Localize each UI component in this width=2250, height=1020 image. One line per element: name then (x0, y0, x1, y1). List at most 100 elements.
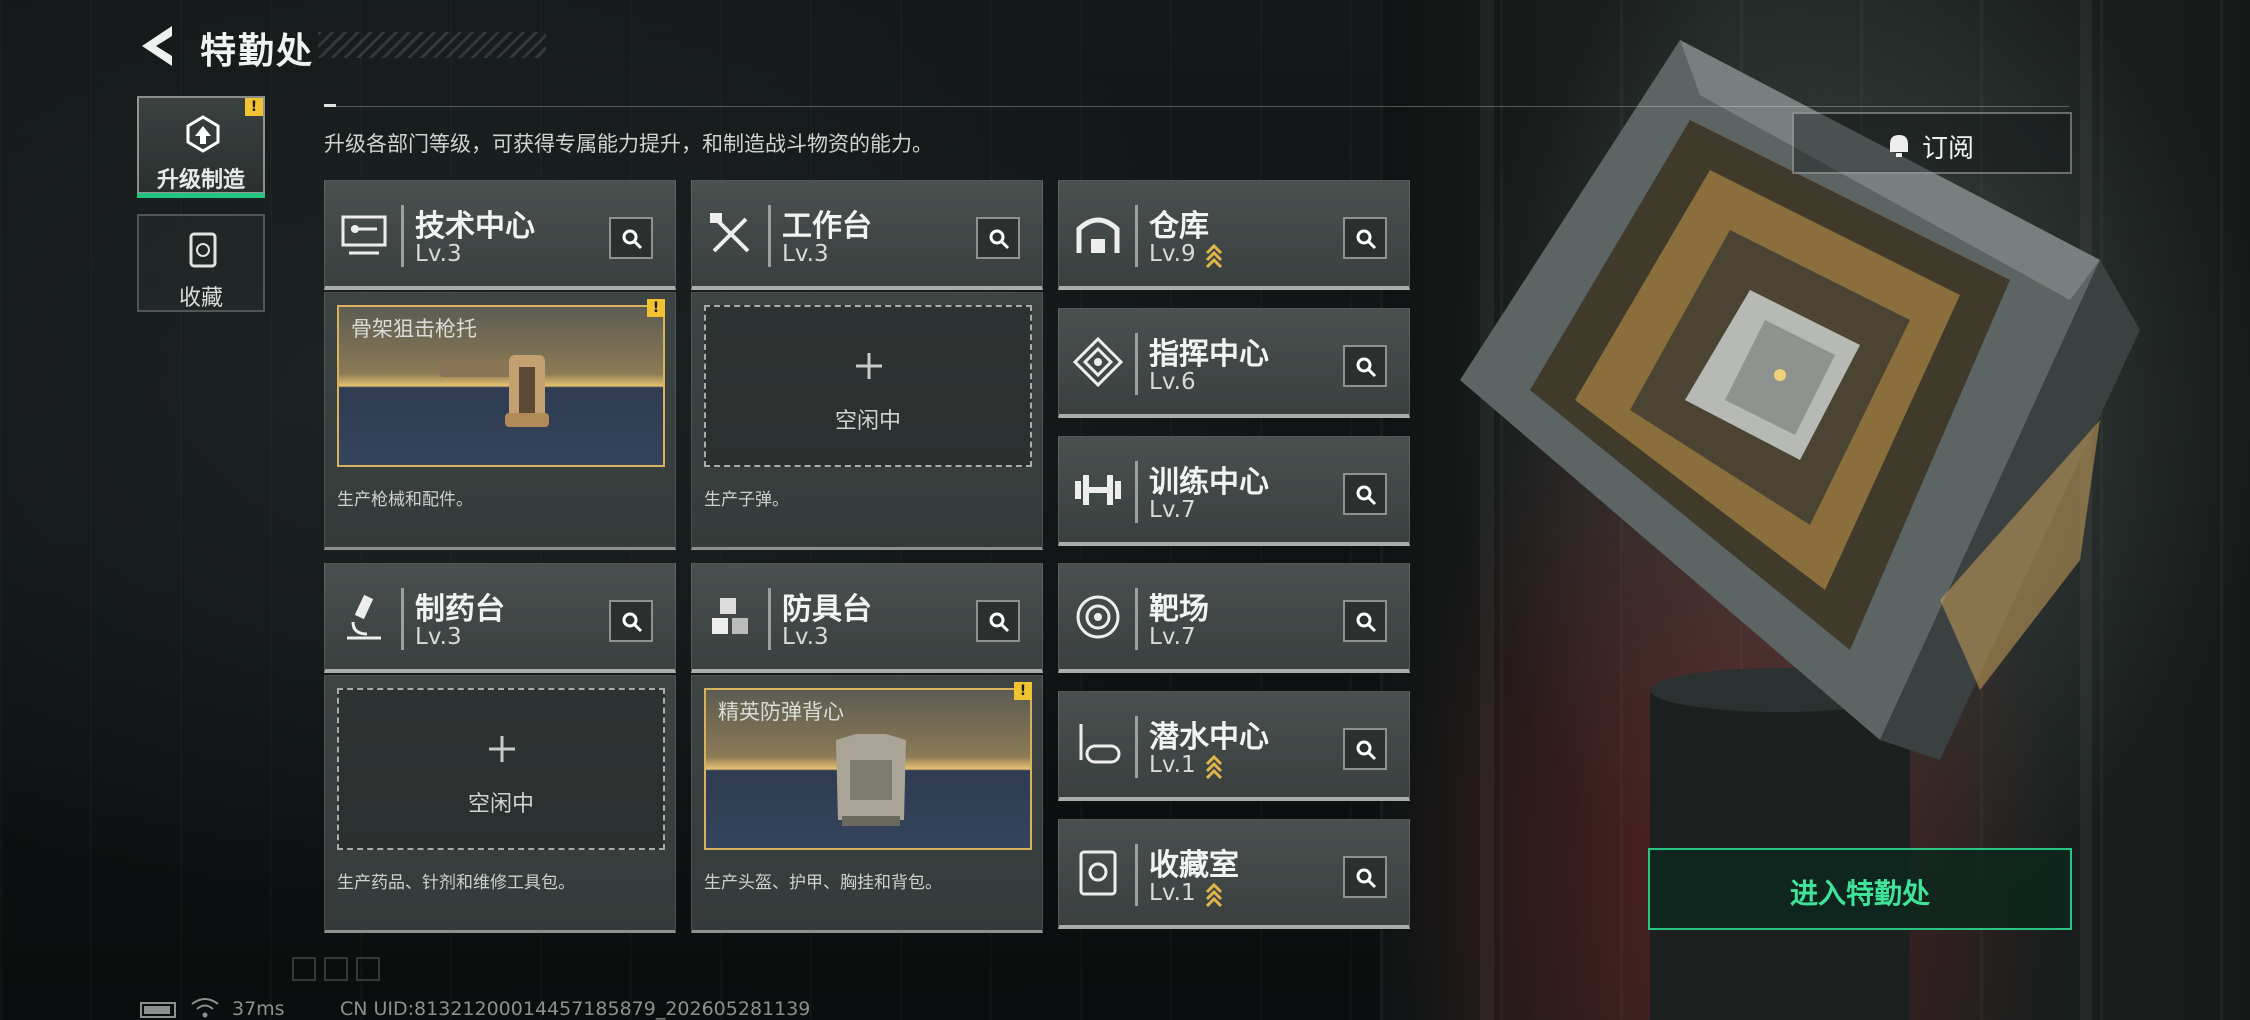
command-icon (1073, 337, 1123, 387)
inspect-button[interactable] (609, 600, 653, 642)
facility-name: 制药台 (415, 592, 505, 627)
back-arrow-icon[interactable] (138, 24, 180, 68)
facility-name: 指挥中心 (1149, 337, 1269, 372)
search-icon (1356, 868, 1377, 889)
diving-mask-icon (1079, 724, 1121, 764)
facility-level: Lv.7 (1149, 497, 1196, 523)
subscribe-label: 订阅 (1922, 134, 1975, 164)
armor-vest-image (836, 734, 906, 826)
separator (1135, 588, 1138, 650)
facility-name: 收藏室 (1149, 848, 1239, 883)
facility-card-collection-room[interactable]: 收藏室 Lv.1 (1058, 819, 1410, 929)
warning-badge: ! (647, 299, 665, 317)
inspect-button[interactable] (609, 217, 653, 259)
facility-card-tech-center[interactable]: 技术中心 Lv.3 (324, 180, 676, 290)
idle-label: 空闲中 (467, 792, 534, 817)
inspect-button[interactable] (1343, 728, 1387, 770)
ping-text: 37ms (232, 998, 285, 1020)
facility-card-pharmacy[interactable]: 制药台 Lv.3 (324, 563, 676, 673)
nav-tab-collection[interactable]: 收藏 (137, 214, 265, 312)
facility-card-command-center[interactable]: 指挥中心 Lv.6 (1058, 308, 1410, 418)
upgrade-craft-icon (186, 115, 220, 153)
separator (1135, 205, 1138, 267)
search-icon (622, 612, 643, 633)
enter-label: 进入特勤处 (1789, 877, 1930, 910)
facility-card-workbench[interactable]: 工作台 Lv.3 (691, 180, 1043, 290)
enter-button[interactable]: 进入特勤处 (1648, 848, 2072, 930)
idle-label: 空闲中 (834, 409, 901, 434)
search-icon (989, 229, 1010, 250)
search-icon (1356, 740, 1377, 761)
inspect-button[interactable] (1343, 473, 1387, 515)
production-slot-filled[interactable]: 骨架狙击枪托 ! (337, 299, 665, 467)
subscribe-button[interactable]: 订阅 (1792, 112, 2072, 174)
facility-name: 技术中心 (415, 209, 535, 244)
plus-icon (856, 353, 882, 379)
target-icon (1076, 595, 1120, 639)
tools-icon (710, 213, 750, 253)
separator (1135, 461, 1138, 523)
inspect-button[interactable] (1343, 217, 1387, 259)
production-panel-tech-center: 骨架狙击枪托 ! 生产枪械和配件。 (324, 292, 676, 550)
nav-tab-upgrade-craft[interactable]: 升级制造 ! (137, 96, 265, 198)
wifi-icon (191, 998, 219, 1018)
microscope-icon (347, 594, 381, 640)
active-tab-indicator (137, 193, 265, 198)
inspect-button[interactable] (1343, 345, 1387, 387)
search-icon (622, 229, 643, 250)
production-panel-armor-bench: 精英防弹背心 ! 生产头盔、护甲、胸挂和背包。 (691, 675, 1043, 933)
inspect-button[interactable] (976, 600, 1020, 642)
facility-level: Lv.6 (1149, 369, 1196, 395)
separator (1135, 844, 1138, 906)
divider-line (324, 106, 2069, 107)
divider-mark (324, 104, 336, 107)
vault-icon (1079, 850, 1117, 896)
search-icon (1356, 485, 1377, 506)
separator (401, 588, 404, 650)
rifle-stock-image (439, 355, 549, 427)
title-decoration (318, 32, 546, 58)
facility-card-armor-bench[interactable]: 防具台 Lv.3 (691, 563, 1043, 673)
facility-card-warehouse[interactable]: 仓库 Lv.9 (1058, 180, 1410, 290)
uid-text: CN UID:81321200014457185879_202605281139 (340, 998, 811, 1020)
facility-name: 工作台 (782, 209, 872, 244)
facility-card-training-center[interactable]: 训练中心 Lv.7 (1058, 436, 1410, 546)
page-description: 升级各部门等级，可获得专属能力提升，和制造战斗物资的能力。 (324, 132, 933, 156)
inspect-button[interactable] (1343, 600, 1387, 642)
separator (768, 588, 771, 650)
production-slot-filled[interactable]: 精英防弹背心 ! (704, 682, 1032, 850)
facility-level: Lv.9 (1149, 241, 1196, 267)
rank-chevron-icon (1205, 754, 1223, 780)
search-icon (1356, 357, 1377, 378)
inspect-button[interactable] (1343, 856, 1387, 898)
cubes-icon (712, 598, 748, 634)
plus-icon (489, 736, 515, 762)
dumbbell-icon (1075, 475, 1121, 505)
monitor-icon (341, 215, 387, 255)
facility-name: 潜水中心 (1149, 720, 1269, 755)
separator (768, 205, 771, 267)
inspect-button[interactable] (976, 217, 1020, 259)
facility-name: 仓库 (1149, 209, 1209, 244)
search-icon (1356, 229, 1377, 250)
facility-card-diving-center[interactable]: 潜水中心 Lv.1 (1058, 691, 1410, 801)
facility-level: Lv.7 (1149, 624, 1196, 650)
production-description: 生产子弹。 (704, 490, 789, 510)
separator (401, 205, 404, 267)
facility-card-shooting-range[interactable]: 靶场 Lv.7 (1058, 563, 1410, 673)
facility-level: Lv.1 (1149, 752, 1196, 778)
production-slot-empty[interactable]: 空闲中 (337, 688, 665, 850)
facility-level: Lv.3 (782, 624, 829, 650)
decorative-boxes (292, 957, 380, 981)
production-slot-empty[interactable]: 空闲中 (704, 305, 1032, 467)
collection-icon (189, 232, 217, 268)
facility-level: Lv.1 (1149, 880, 1196, 906)
item-name: 骨架狙击枪托 (351, 317, 477, 341)
battery-icon (140, 1002, 176, 1018)
production-description: 生产药品、针剂和维修工具包。 (337, 873, 575, 893)
nav-label: 收藏 (178, 286, 223, 311)
separator (1135, 716, 1138, 778)
facility-name: 靶场 (1149, 592, 1209, 627)
rank-chevron-icon (1205, 243, 1223, 269)
rank-chevron-icon (1205, 882, 1223, 908)
